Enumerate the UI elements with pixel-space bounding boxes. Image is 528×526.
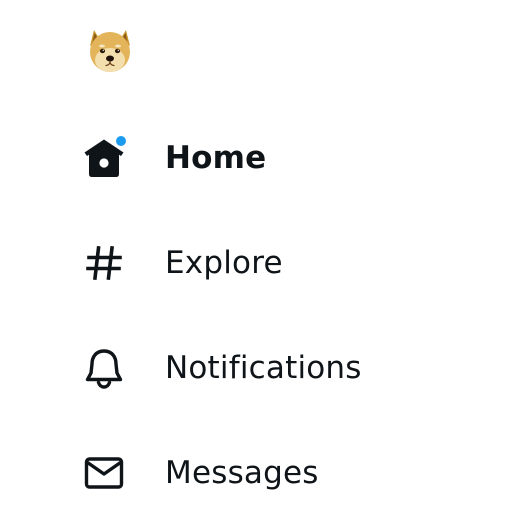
primary-nav: Home Explore Notifications Messages xyxy=(0,0,528,526)
nav-item-label: Explore xyxy=(165,245,283,281)
nav-item-home[interactable]: Home xyxy=(80,128,266,188)
nav-item-notifications[interactable]: Notifications xyxy=(80,338,362,398)
envelope-icon xyxy=(80,449,128,497)
nav-item-label: Notifications xyxy=(165,350,362,386)
nav-item-explore[interactable]: Explore xyxy=(80,233,283,293)
hashtag-icon xyxy=(80,239,128,287)
home-icon xyxy=(80,134,128,182)
nav-item-label: Messages xyxy=(165,455,319,491)
notification-dot xyxy=(114,134,128,148)
nav-item-messages[interactable]: Messages xyxy=(80,443,319,503)
nav-item-label: Home xyxy=(165,140,267,176)
bell-icon xyxy=(80,344,128,392)
